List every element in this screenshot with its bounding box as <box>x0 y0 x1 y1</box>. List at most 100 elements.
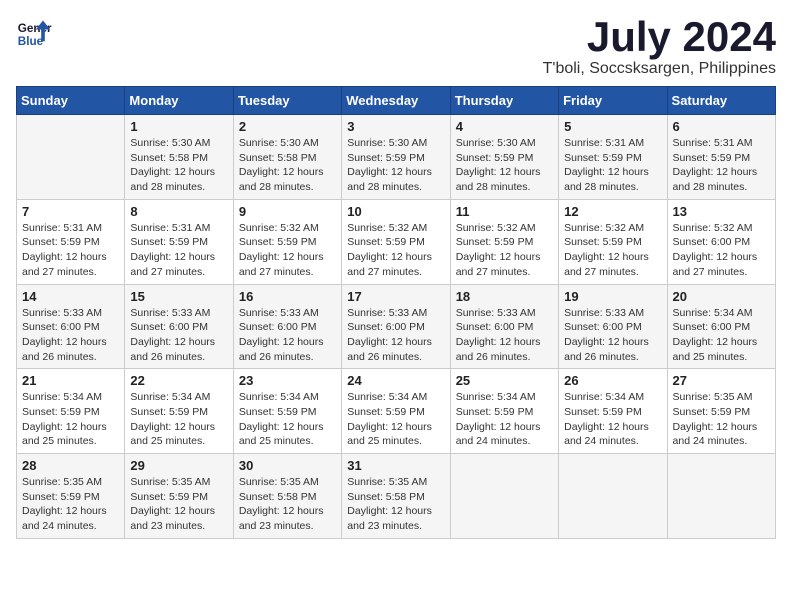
calendar-cell <box>17 115 125 200</box>
calendar-cell: 18 Sunrise: 5:33 AM Sunset: 6:00 PM Dayli… <box>450 284 558 369</box>
day-info: Sunrise: 5:35 AM Sunset: 5:58 PM Dayligh… <box>347 475 444 534</box>
calendar-cell: 31 Sunrise: 5:35 AM Sunset: 5:58 PM Dayli… <box>342 454 450 539</box>
day-info: Sunrise: 5:34 AM Sunset: 5:59 PM Dayligh… <box>22 390 119 449</box>
day-info: Sunrise: 5:31 AM Sunset: 5:59 PM Dayligh… <box>673 136 770 195</box>
day-info: Sunrise: 5:32 AM Sunset: 5:59 PM Dayligh… <box>239 221 336 280</box>
day-number: 6 <box>673 119 770 134</box>
calendar-cell: 24Sunrise: 5:34 AM Sunset: 5:59 PM Dayli… <box>342 369 450 454</box>
day-number: 18 <box>456 289 553 304</box>
day-info: Sunrise: 5:34 AM Sunset: 5:59 PM Dayligh… <box>239 390 336 449</box>
day-number: 11 <box>456 204 553 219</box>
weekday-header-cell: Thursday <box>450 87 558 115</box>
calendar-cell: 29 Sunrise: 5:35 AM Sunset: 5:59 PM Dayli… <box>125 454 233 539</box>
weekday-header-cell: Saturday <box>667 87 775 115</box>
day-number: 4 <box>456 119 553 134</box>
day-info: Sunrise: 5:33 AM Sunset: 6:00 PM Dayligh… <box>347 306 444 365</box>
calendar-cell: 17 Sunrise: 5:33 AM Sunset: 6:00 PM Dayli… <box>342 284 450 369</box>
day-number: 30 <box>239 458 336 473</box>
day-info: Sunrise: 5:34 AM Sunset: 5:59 PM Dayligh… <box>564 390 661 449</box>
calendar-cell: 7 Sunrise: 5:31 AM Sunset: 5:59 PM Daylig… <box>17 199 125 284</box>
title-block: July 2024 T'boli, Soccsksargen, Philippi… <box>543 16 776 78</box>
calendar-cell: 3Sunrise: 5:30 AM Sunset: 5:59 PM Daylig… <box>342 115 450 200</box>
calendar-cell: 10 Sunrise: 5:32 AM Sunset: 5:59 PM Dayli… <box>342 199 450 284</box>
calendar-cell <box>559 454 667 539</box>
day-number: 9 <box>239 204 336 219</box>
day-info: Sunrise: 5:31 AM Sunset: 5:59 PM Dayligh… <box>22 221 119 280</box>
calendar-cell: 14 Sunrise: 5:33 AM Sunset: 6:00 PM Dayli… <box>17 284 125 369</box>
calendar-body: 1 Sunrise: 5:30 AM Sunset: 5:58 PM Daylig… <box>17 115 776 539</box>
calendar-cell: 23Sunrise: 5:34 AM Sunset: 5:59 PM Dayli… <box>233 369 341 454</box>
day-number: 31 <box>347 458 444 473</box>
day-number: 21 <box>22 373 119 388</box>
logo-icon: General Blue <box>16 16 52 52</box>
day-number: 7 <box>22 204 119 219</box>
calendar-cell: 4Sunrise: 5:30 AM Sunset: 5:59 PM Daylig… <box>450 115 558 200</box>
calendar-cell: 22Sunrise: 5:34 AM Sunset: 5:59 PM Dayli… <box>125 369 233 454</box>
day-number: 19 <box>564 289 661 304</box>
day-number: 1 <box>130 119 227 134</box>
calendar-cell <box>450 454 558 539</box>
calendar-cell: 13Sunrise: 5:32 AM Sunset: 6:00 PM Dayli… <box>667 199 775 284</box>
calendar-cell: 1 Sunrise: 5:30 AM Sunset: 5:58 PM Daylig… <box>125 115 233 200</box>
calendar-cell: 26Sunrise: 5:34 AM Sunset: 5:59 PM Dayli… <box>559 369 667 454</box>
calendar-week-row: 21 Sunrise: 5:34 AM Sunset: 5:59 PM Dayli… <box>17 369 776 454</box>
day-number: 12 <box>564 204 661 219</box>
day-info: Sunrise: 5:30 AM Sunset: 5:58 PM Dayligh… <box>130 136 227 195</box>
weekday-header-cell: Sunday <box>17 87 125 115</box>
calendar-week-row: 14 Sunrise: 5:33 AM Sunset: 6:00 PM Dayli… <box>17 284 776 369</box>
day-number: 17 <box>347 289 444 304</box>
calendar-cell: 27 Sunrise: 5:35 AM Sunset: 5:59 PM Dayli… <box>667 369 775 454</box>
day-info: Sunrise: 5:33 AM Sunset: 6:00 PM Dayligh… <box>239 306 336 365</box>
day-info: Sunrise: 5:31 AM Sunset: 5:59 PM Dayligh… <box>130 221 227 280</box>
day-info: Sunrise: 5:33 AM Sunset: 6:00 PM Dayligh… <box>456 306 553 365</box>
calendar-cell: 25 Sunrise: 5:34 AM Sunset: 5:59 PM Dayli… <box>450 369 558 454</box>
calendar-cell <box>667 454 775 539</box>
day-info: Sunrise: 5:33 AM Sunset: 6:00 PM Dayligh… <box>130 306 227 365</box>
calendar-cell: 6 Sunrise: 5:31 AM Sunset: 5:59 PM Daylig… <box>667 115 775 200</box>
day-number: 20 <box>673 289 770 304</box>
day-info: Sunrise: 5:33 AM Sunset: 6:00 PM Dayligh… <box>22 306 119 365</box>
calendar-cell: 21 Sunrise: 5:34 AM Sunset: 5:59 PM Dayli… <box>17 369 125 454</box>
day-info: Sunrise: 5:35 AM Sunset: 5:58 PM Dayligh… <box>239 475 336 534</box>
day-info: Sunrise: 5:35 AM Sunset: 5:59 PM Dayligh… <box>130 475 227 534</box>
calendar-cell: 2Sunrise: 5:30 AM Sunset: 5:58 PM Daylig… <box>233 115 341 200</box>
day-info: Sunrise: 5:30 AM Sunset: 5:58 PM Dayligh… <box>239 136 336 195</box>
day-number: 27 <box>673 373 770 388</box>
calendar-cell: 11 Sunrise: 5:32 AM Sunset: 5:59 PM Dayli… <box>450 199 558 284</box>
day-info: Sunrise: 5:34 AM Sunset: 5:59 PM Dayligh… <box>456 390 553 449</box>
day-info: Sunrise: 5:35 AM Sunset: 5:59 PM Dayligh… <box>673 390 770 449</box>
day-number: 8 <box>130 204 227 219</box>
day-info: Sunrise: 5:33 AM Sunset: 6:00 PM Dayligh… <box>564 306 661 365</box>
day-info: Sunrise: 5:32 AM Sunset: 5:59 PM Dayligh… <box>456 221 553 280</box>
calendar-cell: 8 Sunrise: 5:31 AM Sunset: 5:59 PM Daylig… <box>125 199 233 284</box>
day-info: Sunrise: 5:32 AM Sunset: 5:59 PM Dayligh… <box>564 221 661 280</box>
calendar-cell: 15Sunrise: 5:33 AM Sunset: 6:00 PM Dayli… <box>125 284 233 369</box>
day-info: Sunrise: 5:34 AM Sunset: 5:59 PM Dayligh… <box>347 390 444 449</box>
day-info: Sunrise: 5:34 AM Sunset: 5:59 PM Dayligh… <box>130 390 227 449</box>
day-info: Sunrise: 5:35 AM Sunset: 5:59 PM Dayligh… <box>22 475 119 534</box>
subtitle: T'boli, Soccsksargen, Philippines <box>543 60 776 78</box>
weekday-header-cell: Wednesday <box>342 87 450 115</box>
calendar-cell: 19 Sunrise: 5:33 AM Sunset: 6:00 PM Dayli… <box>559 284 667 369</box>
day-number: 25 <box>456 373 553 388</box>
day-number: 13 <box>673 204 770 219</box>
day-info: Sunrise: 5:32 AM Sunset: 5:59 PM Dayligh… <box>347 221 444 280</box>
calendar-cell: 5Sunrise: 5:31 AM Sunset: 5:59 PM Daylig… <box>559 115 667 200</box>
day-number: 10 <box>347 204 444 219</box>
day-number: 3 <box>347 119 444 134</box>
day-number: 29 <box>130 458 227 473</box>
day-number: 14 <box>22 289 119 304</box>
day-info: Sunrise: 5:31 AM Sunset: 5:59 PM Dayligh… <box>564 136 661 195</box>
calendar-cell: 28Sunrise: 5:35 AM Sunset: 5:59 PM Dayli… <box>17 454 125 539</box>
header: General Blue July 2024 T'boli, Soccsksar… <box>16 16 776 78</box>
calendar-week-row: 1 Sunrise: 5:30 AM Sunset: 5:58 PM Daylig… <box>17 115 776 200</box>
weekday-header-cell: Tuesday <box>233 87 341 115</box>
calendar-week-row: 28Sunrise: 5:35 AM Sunset: 5:59 PM Dayli… <box>17 454 776 539</box>
svg-text:Blue: Blue <box>18 35 44 48</box>
weekday-header-cell: Friday <box>559 87 667 115</box>
weekday-header-row: SundayMondayTuesdayWednesdayThursdayFrid… <box>17 87 776 115</box>
calendar-cell: 16Sunrise: 5:33 AM Sunset: 6:00 PM Dayli… <box>233 284 341 369</box>
day-info: Sunrise: 5:34 AM Sunset: 6:00 PM Dayligh… <box>673 306 770 365</box>
calendar-cell: 20 Sunrise: 5:34 AM Sunset: 6:00 PM Dayli… <box>667 284 775 369</box>
logo: General Blue <box>16 16 52 52</box>
